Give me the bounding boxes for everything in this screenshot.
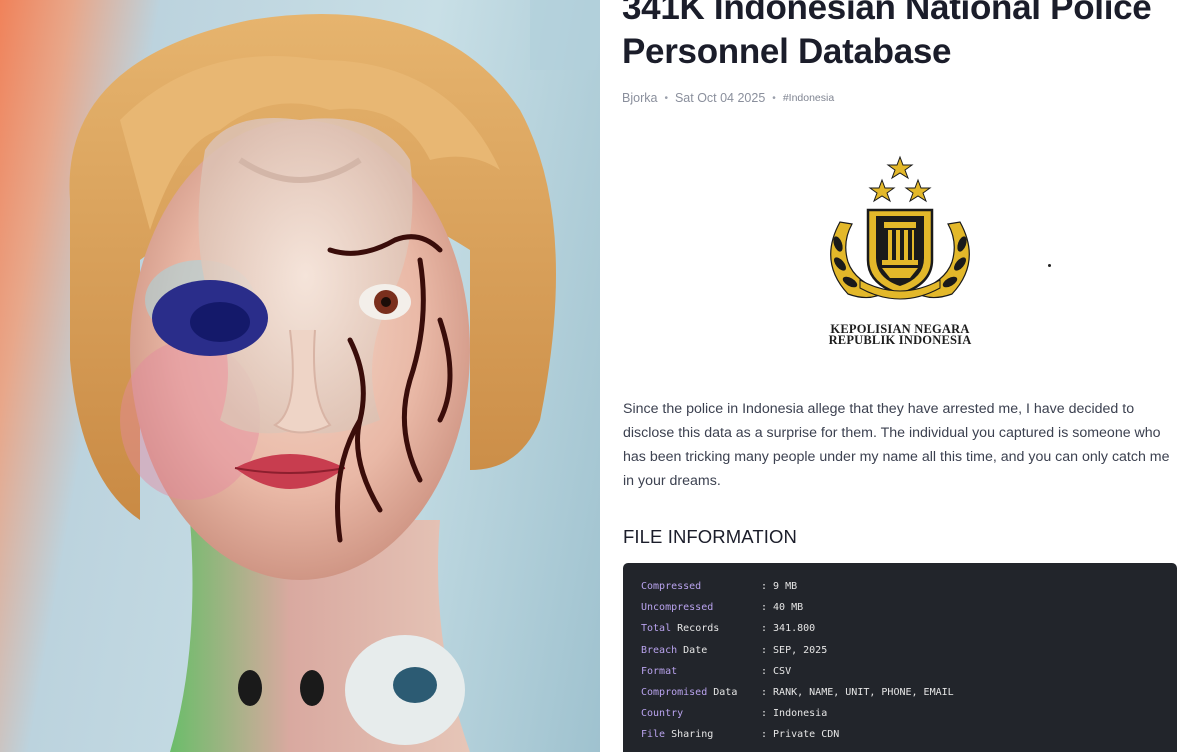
file-info-value: : Private CDN: [761, 729, 840, 741]
file-info-code-block: Compressed: 9 MB Uncompressed: 40 MB Total…: [623, 563, 1177, 752]
file-info-key: Compromised Data: [641, 687, 761, 698]
file-info-key-part: File: [641, 729, 666, 741]
file-info-key-part: Breach: [641, 644, 678, 656]
article-body: Since the police in Indonesia allege tha…: [623, 401, 1170, 489]
file-info-key-part: Data: [713, 687, 738, 699]
file-info-value: : RANK, NAME, UNIT, PHONE, EMAIL: [761, 687, 954, 699]
file-info-row: Format : CSV: [641, 661, 1177, 682]
file-info-key-part: Total: [641, 623, 672, 635]
decorative-dot: [1048, 264, 1051, 267]
file-info-value: : CSV: [761, 665, 792, 677]
section-heading: FILE INFORMATION: [623, 526, 797, 547]
meta-separator: •: [772, 92, 776, 104]
hero-artwork: [0, 0, 600, 752]
file-info-key-part: Compromised: [641, 687, 708, 699]
article-meta: Bjorka • Sat Oct 04 2025 • #Indonesia: [622, 91, 834, 105]
article: 341K Indonesian National Police Personne…: [600, 0, 1200, 752]
publish-date: Sat Oct 04 2025: [674, 91, 766, 105]
file-info-key: Uncompressed: [641, 602, 761, 613]
file-info-value: : SEP, 2025: [761, 644, 828, 656]
article-title: 341K Indonesian National Police Personne…: [622, 0, 1152, 71]
file-info-row: Uncompressed : 40 MB: [641, 597, 1177, 618]
file-info-key: Breach Date: [641, 645, 761, 656]
file-info-key: Compressed: [641, 581, 761, 592]
file-info-value: : 9 MB: [761, 581, 798, 593]
file-info-key-part: Compressed: [641, 581, 702, 593]
file-info-value: : 341.800: [761, 623, 816, 635]
file-info-key: Country: [641, 708, 761, 719]
file-info-value: : Indonesia: [761, 708, 828, 720]
author-link[interactable]: Bjorka: [622, 91, 657, 105]
file-info-key: Total Records: [641, 623, 761, 634]
file-info-row: Total Records: 341.800: [641, 618, 1177, 639]
file-info-row: Compressed : 9 MB: [641, 576, 1177, 597]
file-info-key: File Sharing: [641, 729, 761, 740]
file-info-key-part: Uncompressed: [641, 602, 714, 614]
file-info-key-part: Date: [683, 644, 708, 656]
file-info-row: Compromised Data: RANK, NAME, UNIT, PHON…: [641, 682, 1177, 703]
file-info-key-part: Format: [641, 665, 678, 677]
file-info-row: File Sharing: Private CDN: [641, 724, 1177, 745]
emblem-caption: KEPOLISIAN NEGARA REPUBLIK INDONESIA: [800, 323, 1000, 347]
meta-separator: •: [664, 92, 668, 104]
emblem: KEPOLISIAN NEGARA REPUBLIK INDONESIA: [800, 152, 1000, 352]
file-info-row: Breach Date: SEP, 2025: [641, 640, 1177, 661]
file-info-key: Format: [641, 666, 761, 677]
emblem-caption-line2: REPUBLIK INDONESIA: [828, 333, 972, 347]
file-info-key-part: Sharing: [671, 729, 714, 741]
file-info-value: : 40 MB: [761, 602, 804, 614]
tag-link[interactable]: #Indonesia: [783, 92, 834, 104]
painted-face-artwork-image: [69, 0, 600, 752]
file-info-key-part: Country: [641, 708, 684, 720]
file-info-key-part: Records: [677, 623, 720, 635]
file-info-row: Country : Indonesia: [641, 703, 1177, 724]
police-emblem-icon: [830, 155, 970, 300]
